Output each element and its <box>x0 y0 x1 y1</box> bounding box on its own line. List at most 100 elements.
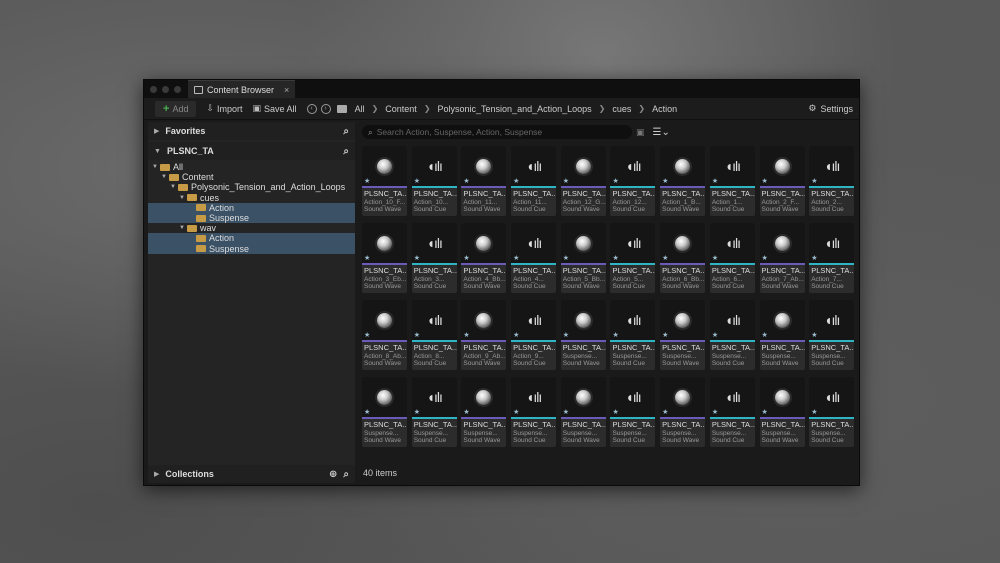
asset-tile[interactable]: ◖ılı ★ PLSNC_TA... Suspense... Sound Cue <box>411 377 457 447</box>
breadcrumb-item[interactable]: Polysonic_Tension_and_Action_Loops <box>438 104 592 114</box>
asset-tile[interactable]: ◖ılı ★ PLSNC_TA... Suspense... Sound Cue <box>809 377 855 447</box>
filter-icon[interactable]: ☰⌄ <box>653 127 670 138</box>
add-button[interactable]: + Add <box>155 100 197 117</box>
search-icon[interactable]: ⌕ <box>343 126 349 137</box>
asset-tile[interactable]: ★ PLSNC_TA... Action_8_Ab... Sound Wave <box>362 300 407 370</box>
asset-tile[interactable]: ★ PLSNC_TA... Suspense... Sound Wave <box>362 377 407 447</box>
asset-tile[interactable]: ★ PLSNC_TA... Action_4_Bb... Sound Wave <box>461 223 507 293</box>
add-collection-icon[interactable]: ⊕ <box>329 469 337 480</box>
collections-header[interactable]: ▶ Collections ⊕ ⌕ <box>148 465 355 483</box>
asset-tile[interactable]: ◖ılı ★ PLSNC_TA... Action_9... Sound Cue <box>511 300 557 370</box>
asset-tile[interactable]: ◖ılı ★ PLSNC_TA... Action_5... Sound Cue <box>610 223 656 293</box>
breadcrumb: All ❯ Content ❯ Polysonic_Tension_and_Ac… <box>336 104 682 114</box>
chevron-down-icon[interactable]: ▼ <box>179 195 187 201</box>
asset-tile[interactable]: ◖ılı ★ PLSNC_TA... Suspense... Sound Cue <box>709 300 755 370</box>
asset-tile[interactable]: ★ PLSNC_TA... Action_9_Ab... Sound Wave <box>461 300 507 370</box>
tab-label: Content Browser <box>207 84 275 95</box>
asset-tile[interactable]: ◖ılı ★ PLSNC_TA... Suspense... Sound Cue <box>709 377 755 447</box>
asset-tile[interactable]: ★ PLSNC_TA... Suspense... Sound Wave <box>660 300 706 370</box>
asset-tile[interactable]: ◖ılı ★ PLSNC_TA... Action_10... Sound Cue <box>411 146 457 216</box>
folder-icon <box>169 173 179 181</box>
asset-tile[interactable]: ★ PLSNC_TA... Action_7_Ab... Sound Wave <box>759 223 805 293</box>
asset-tile[interactable]: ◖ılı ★ PLSNC_TA... Suspense... Sound Cue <box>610 377 656 447</box>
asset-tile[interactable]: ★ PLSNC_TA... Action_11... Sound Wave <box>461 146 507 216</box>
asset-name: PLSNC_TA... <box>562 189 606 198</box>
save-search-icon[interactable]: ▣ <box>636 127 645 138</box>
asset-type: Sound Cue <box>711 282 745 290</box>
asset-tile[interactable]: ★ PLSNC_TA... Action_5_Bb... Sound Wave <box>560 223 606 293</box>
tab-content-browser[interactable]: Content Browser × <box>188 80 296 98</box>
search-icon[interactable]: ⌕ <box>343 146 349 157</box>
asset-tile[interactable]: ◖ılı ★ PLSNC_TA... Action_4... Sound Cue <box>511 223 557 293</box>
window-control-dot[interactable] <box>162 85 169 93</box>
window-control-dot[interactable] <box>150 85 157 93</box>
star-icon: ★ <box>811 332 818 339</box>
tree-item[interactable]: Suspense <box>148 243 355 254</box>
favorites-header[interactable]: ▶ Favorites ⌕ <box>148 122 355 140</box>
asset-name-line2: Action_7_Ab... <box>761 275 804 283</box>
asset-tile[interactable]: ◖ılı ★ PLSNC_TA... Suspense... Sound Cue <box>511 377 557 447</box>
folder-icon <box>336 104 347 113</box>
asset-tile[interactable]: ◖ılı ★ PLSNC_TA... Action_6... Sound Cue <box>709 223 755 293</box>
breadcrumb-item[interactable]: Action <box>652 104 677 114</box>
asset-name-line2: Suspense... <box>761 352 796 360</box>
tree-item[interactable]: Action <box>148 202 355 213</box>
asset-name-line2: Suspense... <box>711 352 747 360</box>
asset-type: Sound Wave <box>364 359 401 367</box>
asset-type: Sound Cue <box>711 436 745 444</box>
asset-tile[interactable]: ◖ılı ★ PLSNC_TA... Action_3... Sound Cue <box>411 223 457 293</box>
tree-item[interactable]: ▼ wav <box>148 223 355 233</box>
asset-tile[interactable]: ★ PLSNC_TA... Action_12_G... Sound Wave <box>560 146 606 216</box>
chevron-down-icon[interactable]: ▼ <box>161 174 169 180</box>
asset-thumbnail: ◖ılı ★ <box>809 223 855 263</box>
project-header[interactable]: ▼ PLSNC_TA ⌕ <box>148 142 355 160</box>
tree-item[interactable]: ▼ All <box>148 162 355 172</box>
asset-name-line2: Suspense... <box>562 429 598 437</box>
asset-tile[interactable]: ◖ılı ★ PLSNC_TA... Action_11... Sound Cue <box>511 146 557 216</box>
save-all-button[interactable]: ▣ Save All <box>253 103 297 114</box>
asset-tile[interactable]: ★ PLSNC_TA... Action_10_F... Sound Wave <box>362 146 407 216</box>
tree-item[interactable]: Suspense <box>148 212 355 224</box>
asset-tile[interactable]: ◖ılı ★ PLSNC_TA... Action_2... Sound Cue <box>809 146 855 216</box>
asset-tile[interactable]: ★ PLSNC_TA... Action_6_Bb... Sound Wave <box>660 223 706 293</box>
asset-tile[interactable]: ★ PLSNC_TA... Action_1_B... Sound Wave <box>660 146 706 216</box>
asset-tile[interactable]: ◖ılı ★ PLSNC_TA... Suspense... Sound Cue <box>610 300 656 370</box>
asset-tile[interactable]: ◖ılı ★ PLSNC_TA... Suspense... Sound Cue <box>809 300 855 370</box>
search-icon[interactable]: ⌕ <box>343 469 349 480</box>
asset-tile[interactable]: ★ PLSNC_TA... Suspense... Sound Wave <box>759 377 805 447</box>
close-icon[interactable]: × <box>284 85 289 95</box>
tree-item[interactable]: Action <box>148 233 355 244</box>
sound-wave-icon <box>575 389 591 405</box>
asset-name: PLSNC_TA... <box>364 189 407 198</box>
forward-icon[interactable]: › <box>320 103 331 114</box>
asset-tile[interactable]: ★ PLSNC_TA... Suspense... Sound Wave <box>660 377 706 447</box>
asset-tile[interactable]: ★ PLSNC_TA... Suspense... Sound Wave <box>461 377 507 447</box>
settings-button[interactable]: ⚙ Settings <box>808 103 853 114</box>
tree-item-label: Suspense <box>209 243 250 254</box>
breadcrumb-item[interactable]: Content <box>385 104 417 114</box>
asset-tile[interactable]: ★ PLSNC_TA... Action_3_Eb... Sound Wave <box>362 223 407 293</box>
back-icon[interactable]: ‹ <box>306 103 317 114</box>
asset-name: PLSNC_TA... <box>413 420 457 429</box>
search-input[interactable]: ⌕ Search Action, Suspense, Action, Suspe… <box>362 125 632 139</box>
asset-tile[interactable]: ◖ılı ★ PLSNC_TA... Action_7... Sound Cue <box>809 223 855 293</box>
asset-tile[interactable]: ◖ılı ★ PLSNC_TA... Action_8... Sound Cue <box>411 300 457 370</box>
asset-tile[interactable]: ★ PLSNC_TA... Suspense... Sound Wave <box>759 300 805 370</box>
star-icon: ★ <box>562 178 570 185</box>
breadcrumb-item[interactable]: All <box>355 104 365 114</box>
tree-item[interactable]: ▼ Polysonic_Tension_and_Action_Loops <box>148 182 355 192</box>
tree-item[interactable]: ▼ cues <box>148 193 355 203</box>
asset-tile[interactable]: ◖ılı ★ PLSNC_TA... Action_1... Sound Cue <box>709 146 755 216</box>
asset-tile[interactable]: ◖ılı ★ PLSNC_TA... Action_12... Sound Cue <box>610 146 656 216</box>
chevron-down-icon[interactable]: ▼ <box>170 184 178 190</box>
tree-item[interactable]: ▼ Content <box>148 172 355 182</box>
breadcrumb-item[interactable]: cues <box>612 104 631 114</box>
asset-tile[interactable]: ★ PLSNC_TA... Suspense... Sound Wave <box>560 377 606 447</box>
window-control-dot[interactable] <box>174 85 181 93</box>
asset-tile[interactable]: ★ PLSNC_TA... Suspense... Sound Wave <box>560 300 606 370</box>
chevron-down-icon[interactable]: ▼ <box>179 225 187 231</box>
asset-tile[interactable]: ★ PLSNC_TA... Action_2_F... Sound Wave <box>759 146 805 216</box>
import-button[interactable]: ⇩ Import <box>206 103 242 114</box>
chevron-down-icon[interactable]: ▼ <box>152 164 160 170</box>
asset-name: PLSNC_TA... <box>711 266 755 275</box>
